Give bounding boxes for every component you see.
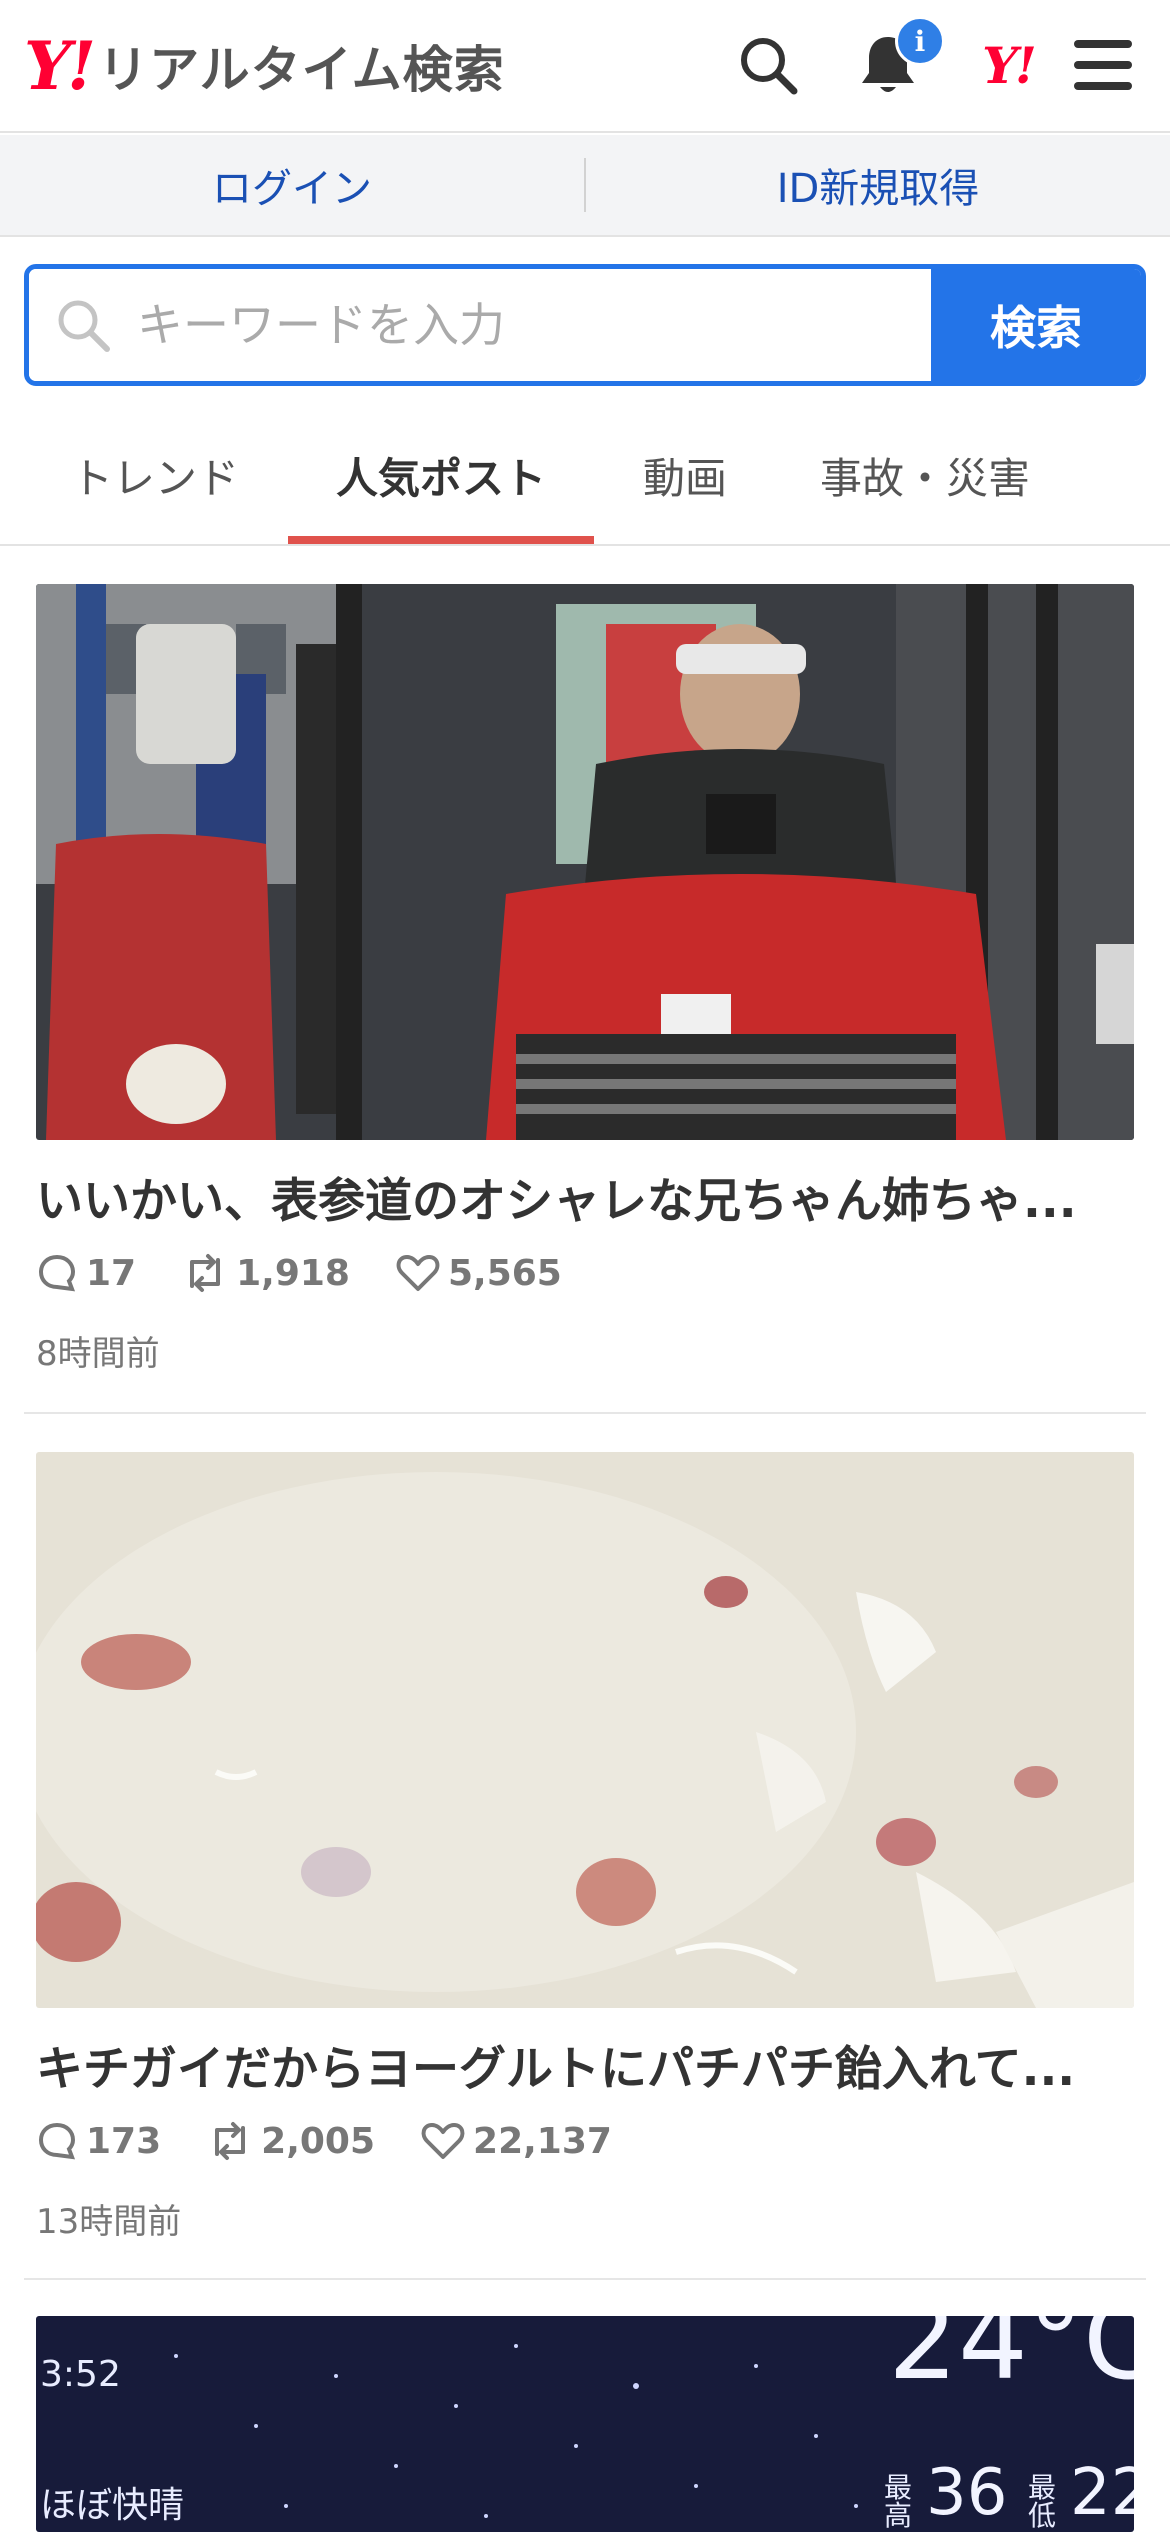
- post-title[interactable]: キチガイだからヨーグルトにパチパチ飴入れて...: [36, 2030, 1134, 2099]
- post-card[interactable]: いいかい、表参道のオシャレな兄ちゃん姉ちゃ... 17 1,918 5,565 …: [24, 584, 1146, 1384]
- reply-icon: [38, 2122, 76, 2160]
- search-icon[interactable]: [733, 30, 803, 100]
- post-stats: 17 1,918 5,565: [36, 1248, 608, 1298]
- tab-trend[interactable]: トレンド: [40, 404, 270, 546]
- repost-count: 1,918: [236, 1252, 350, 1294]
- weather-time: 3:52: [40, 2354, 121, 2395]
- post-time: 8時間前: [36, 1334, 160, 1374]
- search-field-wrap: [29, 269, 931, 381]
- reply-stat[interactable]: 17: [36, 1252, 136, 1294]
- tab-video[interactable]: 動画: [610, 404, 760, 546]
- active-tab-indicator: [288, 536, 594, 544]
- weather-high-label: 最高: [884, 2471, 913, 2532]
- reply-icon: [38, 1254, 76, 1292]
- weather-low: 22: [1070, 2456, 1134, 2530]
- repost-icon: [190, 1254, 221, 1292]
- post-card[interactable]: 3:52 ほぼ快晴 24°C 最高 36 最低 22: [24, 2316, 1146, 2532]
- yahoo-small-mark: Y!: [982, 35, 1037, 95]
- search-field-icon: [58, 300, 110, 352]
- weather-low-label: 最低: [1028, 2471, 1057, 2532]
- search-input[interactable]: [137, 298, 897, 352]
- weather-condition: ほぼ快晴: [40, 2485, 185, 2526]
- weather-high: 36: [926, 2456, 1008, 2530]
- post-card[interactable]: キチガイだからヨーグルトにパチパチ飴入れて... 173 2,005 22,13…: [24, 1452, 1146, 2252]
- repost-icon: [215, 2122, 246, 2160]
- reply-count: 17: [86, 1252, 137, 1294]
- post-image[interactable]: [36, 584, 1134, 1140]
- search-button[interactable]: 検索: [931, 269, 1141, 381]
- like-stat[interactable]: 5,565: [396, 1253, 562, 1294]
- search-bar: 検索: [24, 264, 1146, 386]
- like-count: 22,137: [473, 2120, 612, 2162]
- weather-temperature: 24°C: [888, 2316, 1134, 2404]
- heart-icon: [421, 2123, 465, 2159]
- app-header: Y! リアルタイム検索 i Y!: [0, 0, 1170, 133]
- site-logo[interactable]: Y! リアルタイム検索: [24, 30, 505, 102]
- post-divider: [24, 2278, 1146, 2280]
- post-divider: [24, 1412, 1146, 1414]
- post-image[interactable]: [36, 1452, 1134, 2008]
- tab-accident-disaster[interactable]: 事故・災害: [790, 404, 1060, 546]
- tab-popular-posts[interactable]: 人気ポスト: [288, 404, 594, 546]
- like-stat[interactable]: 22,137: [421, 2121, 612, 2162]
- heart-icon: [396, 1255, 440, 1291]
- post-time: 13時間前: [36, 2202, 182, 2242]
- account-bar: ログイン ID新規取得: [0, 135, 1170, 237]
- post-stats: 173 2,005 22,137: [36, 2116, 658, 2166]
- logo-title: リアルタイム検索: [98, 41, 505, 99]
- signup-link[interactable]: ID新規取得: [586, 156, 1170, 214]
- repost-stat[interactable]: 1,918: [182, 1252, 350, 1294]
- repost-stat[interactable]: 2,005: [207, 2120, 375, 2162]
- reply-stat[interactable]: 173: [36, 2120, 161, 2162]
- repost-count: 2,005: [261, 2120, 376, 2162]
- yahoo-logo-mark: Y!: [24, 27, 96, 105]
- category-tabs: トレンド 人気ポスト 動画 事故・災害: [0, 404, 1170, 546]
- login-link[interactable]: ログイン: [0, 156, 584, 214]
- post-image[interactable]: 3:52 ほぼ快晴 24°C 最高 36 最低 22: [36, 2316, 1134, 2532]
- post-title[interactable]: いいかい、表参道のオシャレな兄ちゃん姉ちゃ...: [36, 1162, 1134, 1231]
- yahoo-home-icon[interactable]: Y!: [968, 30, 1048, 100]
- like-count: 5,565: [447, 1252, 562, 1294]
- hamburger-menu-icon[interactable]: [1068, 30, 1138, 100]
- notification-badge[interactable]: i: [895, 16, 945, 66]
- reply-count: 173: [86, 2120, 162, 2162]
